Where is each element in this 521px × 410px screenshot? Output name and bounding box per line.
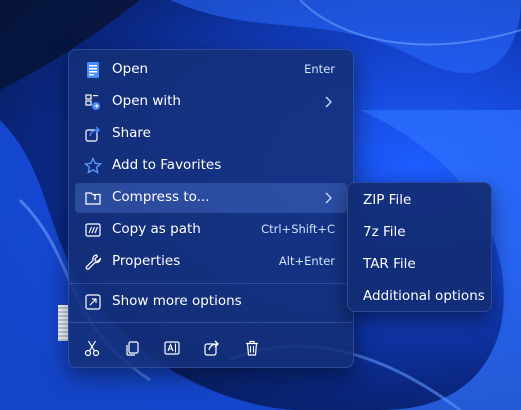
menu-item-show-more-options[interactable]: Show more options (75, 287, 347, 317)
cut-button[interactable] (78, 336, 106, 360)
submenu-item-label: Additional options (363, 288, 485, 304)
submenu-item-label: 7z File (363, 224, 406, 240)
menu-item-share[interactable]: Share (75, 119, 347, 149)
rename-button[interactable] (158, 336, 186, 360)
submenu-item-tar[interactable]: TAR File (354, 250, 485, 280)
rename-icon (164, 341, 180, 355)
menu-item-label: Add to Favorites (112, 157, 222, 173)
chevron-right-icon (325, 96, 332, 108)
share-button[interactable] (198, 336, 226, 360)
chevron-right-icon (325, 192, 332, 204)
menu-item-label: Show more options (112, 293, 242, 309)
menu-separator (69, 283, 353, 284)
copy-icon (126, 341, 139, 356)
copy-path-icon (85, 223, 101, 237)
submenu-item-additional-options[interactable]: Additional options (354, 282, 485, 312)
menu-item-label: Copy as path (112, 221, 201, 237)
cut-icon (84, 340, 100, 357)
open-with-icon (85, 94, 100, 110)
menu-item-compress-to[interactable]: Compress to... (75, 183, 347, 213)
menu-separator (69, 322, 353, 323)
submenu-item-label: TAR File (363, 256, 416, 272)
wrench-icon (85, 254, 101, 270)
quick-actions-bar (69, 332, 355, 364)
menu-item-label: Properties (112, 253, 181, 269)
folder-zip-icon (85, 192, 101, 205)
compress-submenu: ZIP File 7z File TAR File Additional opt… (347, 182, 492, 312)
menu-item-label: Open (112, 61, 149, 77)
menu-item-label: Compress to... (112, 189, 210, 205)
copy-button[interactable] (118, 336, 146, 360)
menu-item-shortcut: Enter (304, 62, 335, 76)
share-icon (204, 340, 219, 356)
menu-item-open[interactable]: Open Enter (75, 55, 347, 85)
submenu-item-label: ZIP File (363, 192, 412, 208)
menu-item-label: Share (112, 125, 151, 141)
open-icon (87, 62, 99, 78)
delete-button[interactable] (238, 336, 266, 360)
menu-item-open-with[interactable]: Open with (75, 87, 347, 117)
menu-item-shortcut: Ctrl+Shift+C (261, 222, 335, 236)
menu-item-label: Open with (112, 93, 181, 109)
expand-icon (85, 294, 101, 310)
menu-item-add-to-favorites[interactable]: Add to Favorites (75, 151, 347, 181)
submenu-item-zip[interactable]: ZIP File (354, 186, 485, 216)
menu-item-properties[interactable]: Properties Alt+Enter (75, 247, 347, 277)
star-icon (84, 157, 102, 174)
share-icon (85, 126, 100, 142)
menu-item-copy-as-path[interactable]: Copy as path Ctrl+Shift+C (75, 215, 347, 245)
delete-icon (246, 340, 258, 356)
menu-item-shortcut: Alt+Enter (278, 254, 335, 268)
submenu-item-7z[interactable]: 7z File (354, 218, 485, 248)
desktop-file-thumbnail[interactable] (58, 305, 68, 341)
context-menu: Open Enter Open with Share Add to Favori… (68, 49, 354, 368)
